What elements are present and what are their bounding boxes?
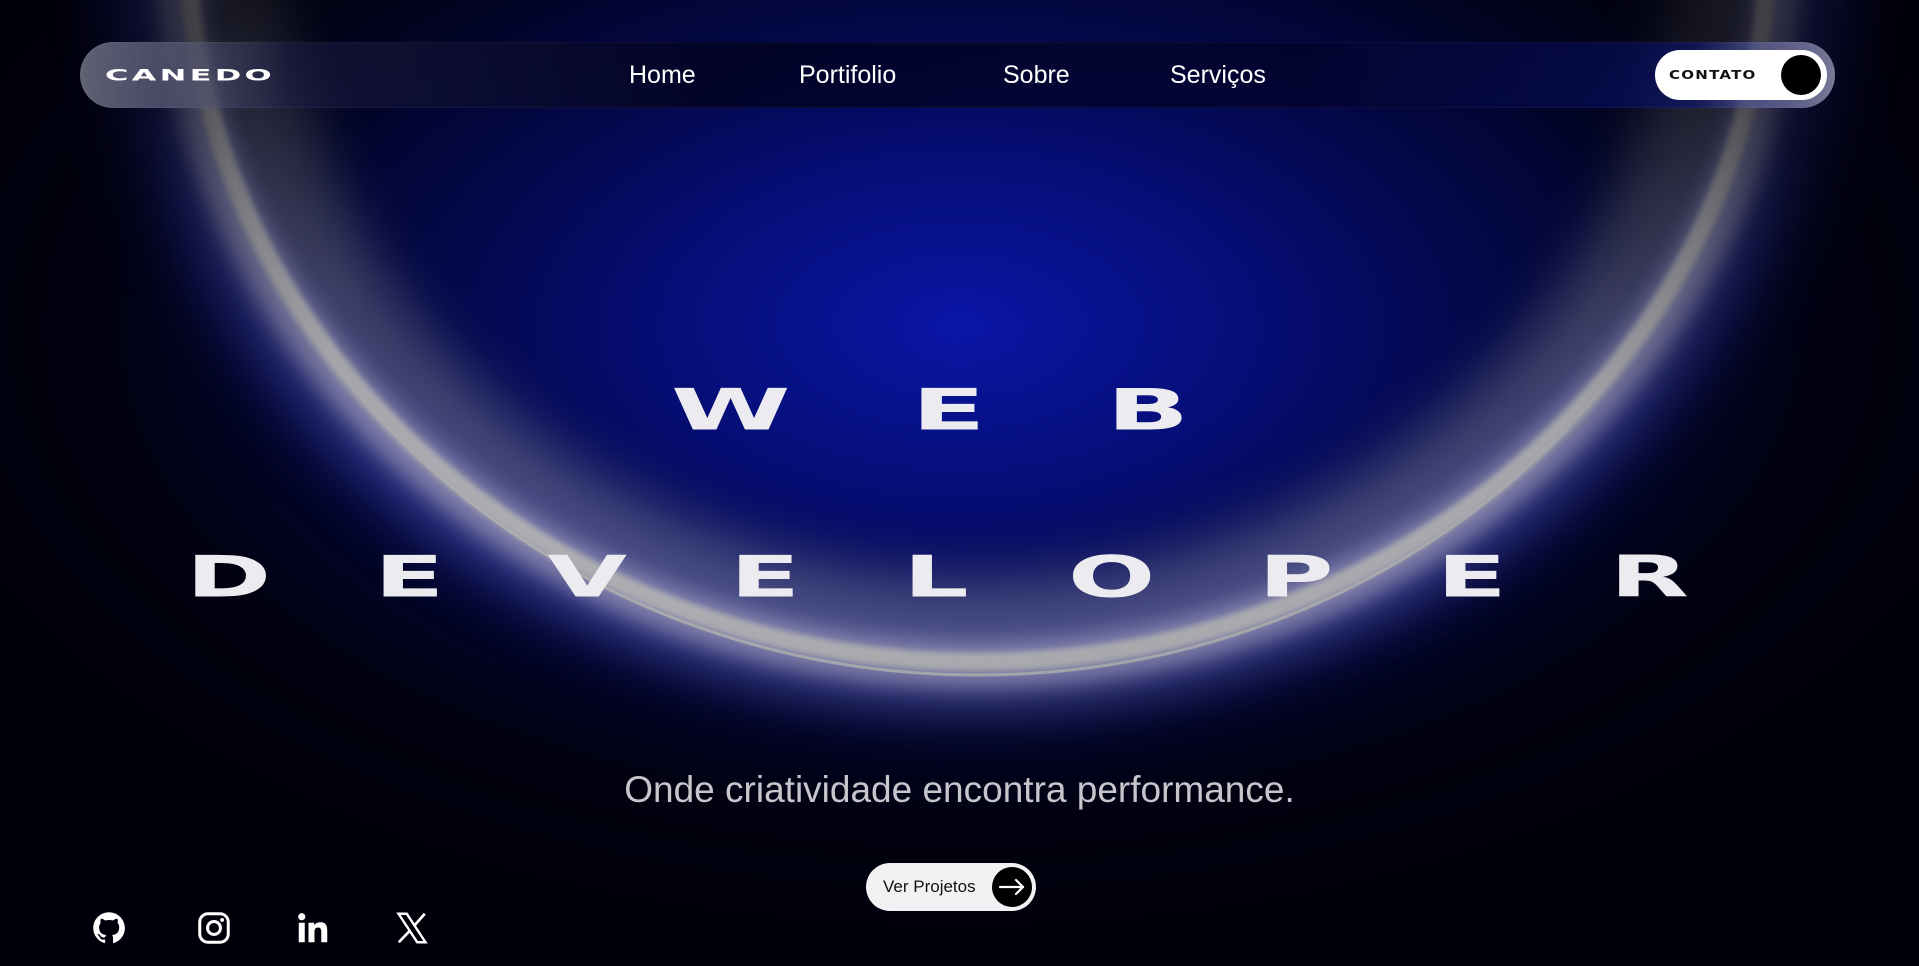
glow-ring-decoration bbox=[105, 0, 1851, 715]
nav-item-home[interactable]: Home bbox=[629, 61, 696, 89]
contact-button[interactable]: CONTATO bbox=[1655, 50, 1827, 100]
x-link[interactable] bbox=[394, 910, 434, 950]
vignette-overlay bbox=[0, 0, 1919, 966]
github-link[interactable] bbox=[91, 910, 131, 950]
hero-page: CANEDO Home Portifolio Sobre Serviços CO… bbox=[0, 0, 1919, 966]
nav-item-servicos[interactable]: Serviços bbox=[1170, 61, 1266, 89]
hero-title-line-1: WEB bbox=[670, 376, 1311, 444]
linkedin-link[interactable] bbox=[295, 910, 335, 950]
contact-button-label: CONTATO bbox=[1669, 68, 1757, 82]
nav-links: Home Portifolio Sobre Serviços bbox=[80, 42, 1835, 108]
linkedin-icon bbox=[298, 913, 328, 943]
nav-item-sobre[interactable]: Sobre bbox=[1003, 61, 1070, 89]
arrow-right-icon bbox=[992, 867, 1032, 907]
nav-item-portifolio[interactable]: Portifolio bbox=[799, 61, 896, 89]
x-icon bbox=[396, 912, 428, 944]
view-projects-button[interactable]: Ver Projetos bbox=[866, 863, 1036, 911]
top-navbar: CANEDO Home Portifolio Sobre Serviços CO… bbox=[80, 42, 1835, 108]
hero-subtitle: Onde criatividade encontra performance. bbox=[624, 769, 1295, 810]
view-projects-label: Ver Projetos bbox=[883, 877, 976, 896]
hero-title-line-2: DEVELOPER bbox=[185, 543, 1792, 611]
contact-button-dot-icon bbox=[1781, 55, 1821, 95]
instagram-icon bbox=[198, 912, 230, 944]
instagram-link[interactable] bbox=[196, 910, 236, 950]
github-icon bbox=[93, 912, 125, 944]
